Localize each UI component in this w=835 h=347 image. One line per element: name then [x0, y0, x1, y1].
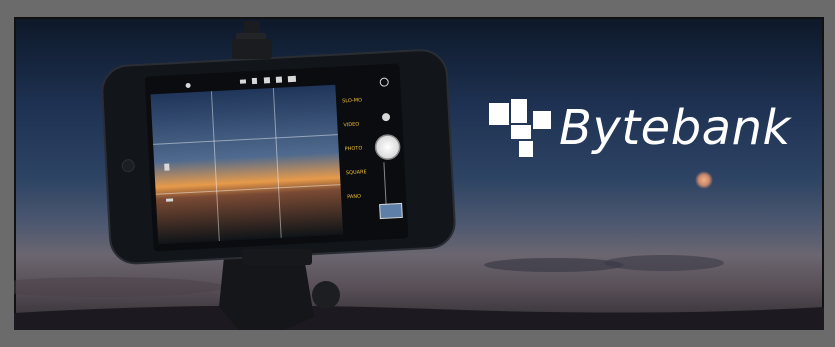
live-icon	[275, 76, 283, 83]
tripod-head	[219, 257, 314, 330]
moon	[695, 171, 713, 189]
exposure-icon	[166, 198, 174, 202]
filter-icon	[287, 75, 297, 83]
banner-photo: SLO-MO VIDEO PHOTO SQUARE PANO Bytebank	[14, 17, 824, 330]
timer-icon	[251, 77, 258, 85]
phone-clamp-bottom	[242, 249, 312, 265]
shutter-button[interactable]	[374, 134, 401, 160]
mode-label-square: SQUARE	[346, 169, 367, 176]
aspect-icon	[164, 163, 170, 171]
settings-icon	[239, 79, 247, 84]
ground-silhouette	[14, 305, 824, 330]
bytebank-logo-icon	[489, 99, 551, 157]
brand-logo: Bytebank	[489, 93, 791, 163]
image-frame: SLO-MO VIDEO PHOTO SQUARE PANO Bytebank	[0, 0, 835, 347]
cloud	[14, 277, 224, 297]
scene-illustration: SLO-MO VIDEO PHOTO SQUARE PANO	[14, 21, 824, 330]
tripod-knob	[312, 281, 340, 309]
phone-clamp	[232, 39, 272, 59]
cloud	[604, 255, 724, 271]
brand-name: Bytebank	[559, 100, 791, 156]
cloud	[484, 258, 624, 272]
mode-label-video: VIDEO	[343, 122, 359, 129]
mode-label-slomo: SLO-MO	[342, 97, 362, 104]
tripod-knob	[244, 21, 260, 35]
mode-label-pano: PANO	[347, 194, 361, 201]
photo-thumbnail[interactable]	[379, 202, 403, 220]
camera-viewfinder	[150, 84, 344, 245]
smartphone: SLO-MO VIDEO PHOTO SQUARE PANO	[101, 49, 456, 265]
hdr-icon	[263, 77, 271, 84]
mode-label-photo: PHOTO	[345, 145, 363, 152]
home-button	[121, 159, 135, 173]
